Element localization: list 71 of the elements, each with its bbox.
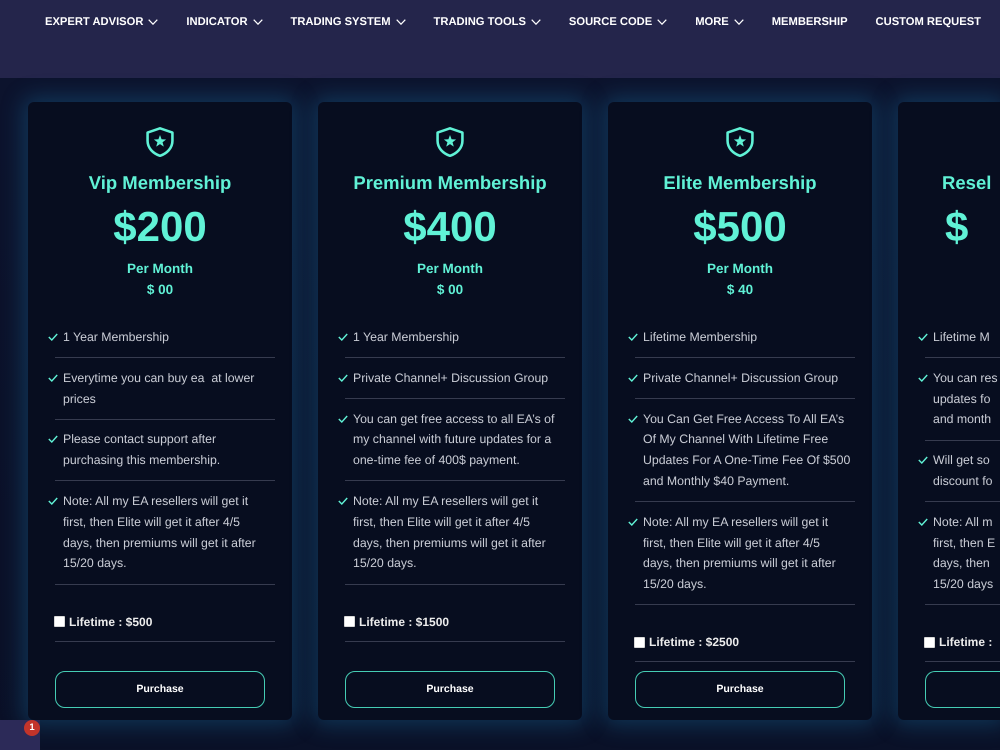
feature-text: Note: All my EA resellers will get it first, then Elite will get it after 4/5 days, then premiums will get it after 15/20 days. — [643, 514, 836, 594]
feature-text: Note: All my EA resellers will get it first, then Elite will get it after 4/5 days, then premiums will get it after 15/20 days. — [63, 492, 256, 572]
lifetime-checkbox[interactable] — [344, 616, 355, 628]
nav-link[interactable]: TRADING SYSTEM — [290, 15, 406, 29]
shield-star-icon — [435, 127, 465, 157]
plan-title: Elite Membership — [663, 171, 817, 195]
check-icon — [338, 374, 348, 382]
check-icon — [48, 496, 58, 505]
lifetime-option-label: Lifetime : $2500 — [649, 634, 740, 652]
check-icon — [628, 333, 638, 341]
plan-price: $ — [945, 203, 968, 251]
feature-text: You can get free access to all EA’s of my channel with future updates for a one-time fee of 400$ payment. — [353, 410, 554, 470]
shield-star-icon — [725, 127, 755, 157]
shield-star-icon — [145, 127, 175, 157]
check-icon — [628, 518, 638, 526]
check-icon — [918, 518, 928, 526]
nav-link[interactable]: MEMBERSHIP — [772, 15, 848, 29]
check-icon — [918, 456, 928, 464]
plan-title: Resel — [942, 171, 992, 195]
feature-text: Note: All m first, then E days, then 15/20 days — [933, 514, 996, 594]
feature-text: Note: All my EA resellers will get it first, then Elite will get it after 4/5 days, then premiums will get it after 15/20 days. — [353, 492, 546, 572]
feature-text: Lifetime M — [933, 329, 990, 346]
feature-text: Will get so discount fo — [933, 452, 992, 490]
check-icon — [918, 333, 928, 341]
feature-text: Private Channel+ Discussion Group — [643, 370, 838, 387]
monthly-fee: $ 00 — [146, 281, 174, 299]
lifetime-checkbox[interactable] — [634, 636, 645, 648]
purchase-button[interactable]: Purchase — [635, 671, 845, 708]
check-icon — [628, 374, 638, 382]
lifetime-option-label: Lifetime : $1500 — [359, 614, 450, 631]
billing-period: Per Month — [707, 260, 773, 278]
billing-period: Per Month — [127, 260, 193, 278]
plan-price: $200 — [113, 203, 207, 251]
lifetime-option-label: Lifetime : $500 — [69, 614, 152, 631]
nav-link[interactable]: EXPERT ADVISOR — [45, 15, 158, 29]
nav-link[interactable]: INDICATOR — [186, 15, 263, 29]
feature-text: 1 Year Membership — [353, 329, 459, 346]
nav-link[interactable]: CUSTOM REQUEST — [876, 15, 981, 29]
lifetime-option-label: Lifetime : — [939, 634, 992, 652]
check-icon — [338, 333, 348, 341]
check-icon — [338, 414, 348, 423]
feature-text: 1 Year Membership — [63, 329, 169, 346]
check-icon — [48, 333, 58, 341]
purchase-button[interactable]: Purchase — [345, 671, 555, 708]
feature-text: Everytime you can buy ea at lower prices — [63, 370, 254, 408]
billing-period: Per Month — [417, 260, 483, 278]
check-icon — [48, 435, 58, 444]
nav-link[interactable]: TRADING TOOLS — [434, 15, 541, 29]
notification-badge: 1 — [24, 720, 40, 736]
plan-title: Premium Membership — [353, 171, 547, 195]
feature-text: You can res updates fo and month — [933, 370, 998, 428]
lifetime-checkbox[interactable] — [924, 636, 935, 648]
feature-text: Please contact support after purchasing this membership. — [63, 431, 220, 470]
feature-text: You Can Get Free Access To All EA’s Of My Channel With Lifetime Free Updates For A One-Time Fee Of $500 and Monthly $40 Payment. — [643, 410, 850, 490]
chat-widget-tab[interactable]: 1 — [0, 720, 40, 750]
purchase-button[interactable] — [925, 671, 1000, 708]
nav-link[interactable]: MORE — [695, 15, 744, 29]
nav-link[interactable]: SOURCE CODE — [568, 15, 668, 29]
lifetime-checkbox[interactable] — [54, 616, 65, 628]
check-icon — [918, 374, 928, 382]
check-icon — [338, 496, 348, 505]
monthly-fee: $ 00 — [436, 281, 464, 299]
feature-text: Private Channel+ Discussion Group — [353, 370, 548, 387]
check-icon — [48, 374, 58, 382]
purchase-button[interactable]: Purchase — [55, 671, 265, 708]
feature-text: Lifetime Membership — [643, 329, 758, 346]
plan-price: $500 — [693, 203, 787, 251]
check-icon — [628, 414, 638, 423]
plan-title: Vip Membership — [88, 171, 232, 195]
monthly-fee: $ 40 — [726, 281, 754, 299]
plan-price: $400 — [403, 203, 497, 251]
